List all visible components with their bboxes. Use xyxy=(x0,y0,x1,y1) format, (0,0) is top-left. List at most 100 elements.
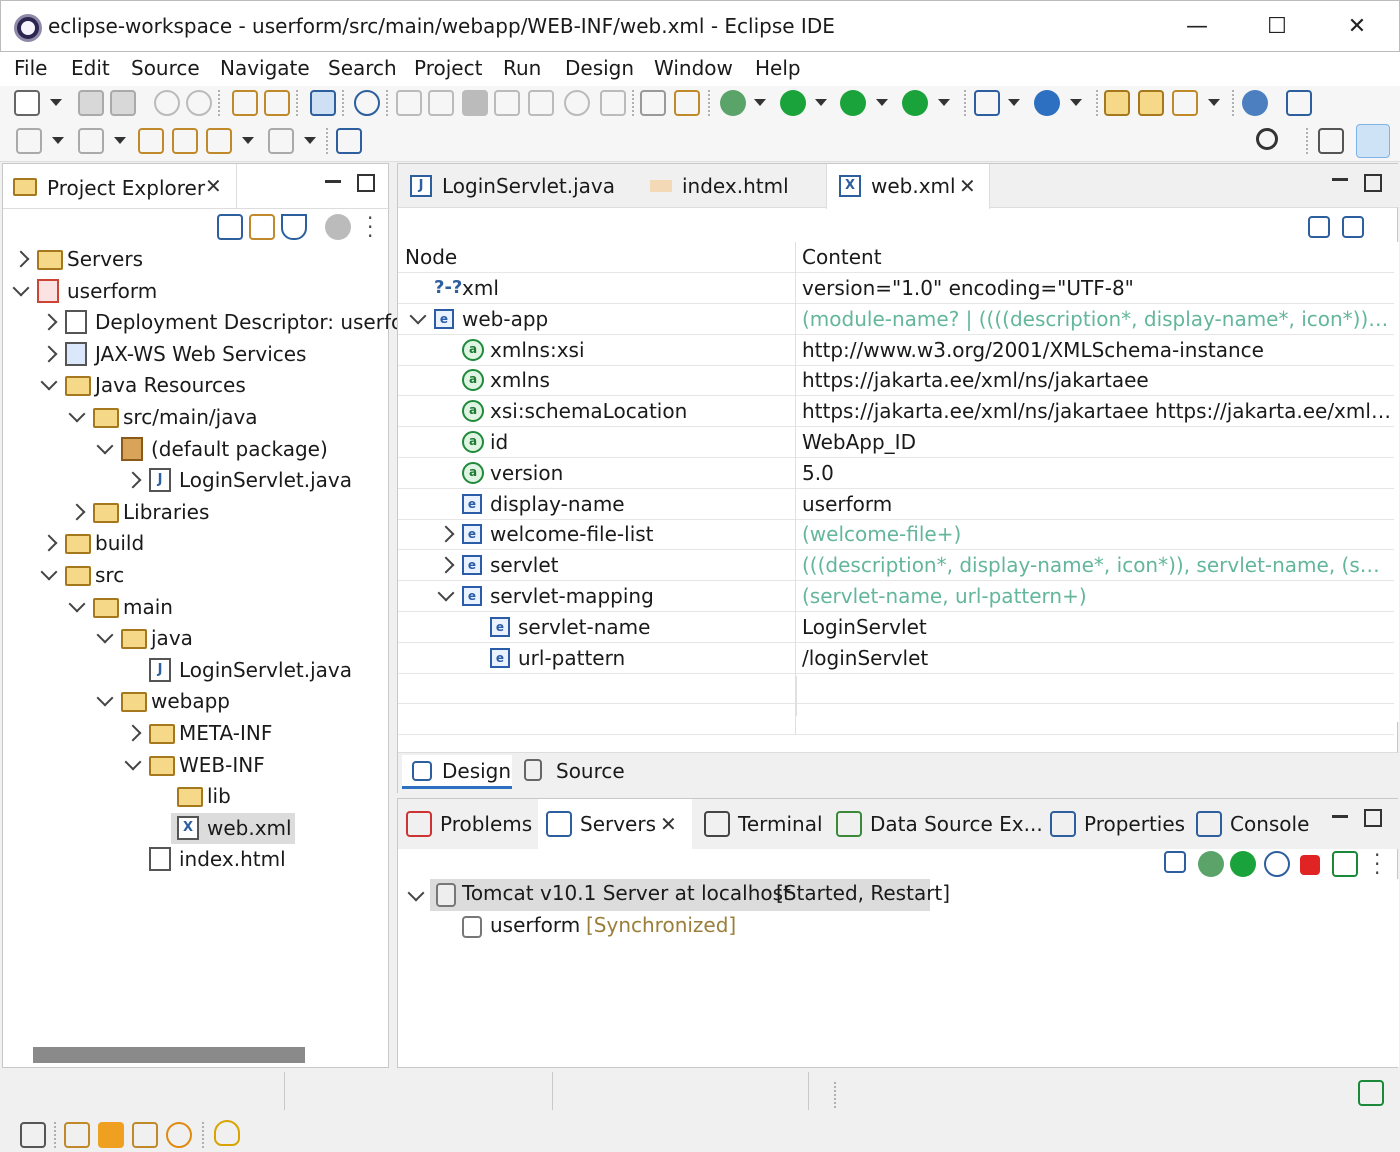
grid-row[interactable]: e url-pattern/loginServlet xyxy=(398,642,1394,674)
new-icon[interactable] xyxy=(14,90,40,116)
tree-item[interactable]: J LoginServlet.java xyxy=(3,655,388,686)
chevron-right-icon[interactable] xyxy=(40,534,58,552)
close-button[interactable]: ✕ xyxy=(1327,7,1387,47)
suspend-icon[interactable] xyxy=(428,90,454,116)
step-into-icon[interactable] xyxy=(528,90,554,116)
minimize-view-icon[interactable] xyxy=(1332,178,1348,181)
web-browser-icon[interactable] xyxy=(1286,90,1312,116)
grid-row[interactable]: e servlet-mapping (servlet-name, url-patte… xyxy=(398,581,1394,612)
horizontal-scrollbar[interactable] xyxy=(33,1047,305,1063)
start-server-icon[interactable] xyxy=(1230,851,1256,877)
grid-row[interactable]: a version 5.0 xyxy=(398,457,1394,489)
view-menu-icon[interactable]: · · · xyxy=(1374,845,1380,883)
next-annotation-icon[interactable] xyxy=(16,128,42,154)
jakarta-ee-perspective-icon[interactable] xyxy=(1356,124,1390,158)
content-cell[interactable]: /loginServlet xyxy=(802,643,1392,674)
new-java-project-icon[interactable] xyxy=(974,90,1000,116)
menu-edit[interactable]: Edit xyxy=(71,56,110,80)
content-cell[interactable]: (servlet-name, url-pattern+) xyxy=(802,581,1392,612)
chevron-down-icon[interactable] xyxy=(68,405,86,423)
whats-new-icon[interactable] xyxy=(166,1122,192,1148)
grid-row[interactable]: e welcome-file-list (welcome-file+) xyxy=(398,519,1394,551)
grid-row[interactable]: e servlet-name LoginServlet xyxy=(398,611,1394,643)
tree-item[interactable]: Java Resources xyxy=(3,370,388,401)
folder-open-icon[interactable] xyxy=(1138,90,1164,116)
design-tab[interactable]: Design xyxy=(402,755,512,789)
resume-icon[interactable] xyxy=(396,90,422,116)
chevron-down-icon[interactable] xyxy=(96,689,114,707)
grid-row[interactable]: e display-name userform xyxy=(398,488,1394,520)
run-dropdown-icon[interactable] xyxy=(815,99,827,106)
next-edit-location-icon[interactable] xyxy=(172,128,198,154)
maximize-view-icon[interactable] xyxy=(1364,174,1382,192)
word-wrap-icon[interactable] xyxy=(640,90,666,116)
new-dropdown-icon[interactable] xyxy=(50,99,62,106)
bottom-tab[interactable]: Data Source Ex... xyxy=(828,799,1043,849)
chevron-right-icon[interactable] xyxy=(68,503,86,521)
external-run-dropdown-icon[interactable] xyxy=(938,99,950,106)
external-tools-icon[interactable] xyxy=(310,90,336,116)
grid-row[interactable]: ?-? xml version="1.0" encoding="UTF-8" xyxy=(398,273,1394,304)
source-tab[interactable]: Source xyxy=(516,755,626,789)
tree-item[interactable]: WEB-INF xyxy=(3,750,388,781)
collapse-all-icon[interactable] xyxy=(1164,851,1186,873)
grid-row[interactable]: e servlet (((description*, display-name*, … xyxy=(398,550,1394,582)
content-column-header[interactable]: Content xyxy=(802,242,1392,273)
close-icon[interactable]: ✕ xyxy=(205,174,222,198)
wand-icon[interactable] xyxy=(132,1122,158,1148)
collapse-all-icon[interactable] xyxy=(1342,216,1364,238)
focus-icon[interactable] xyxy=(325,214,351,240)
step-return-icon[interactable] xyxy=(600,90,626,116)
minimize-view-icon[interactable] xyxy=(325,180,341,183)
grid-row[interactable]: a xsi:schemaLocation https://jakarta.ee/xm… xyxy=(398,396,1394,428)
terminate-icon[interactable] xyxy=(462,90,488,116)
link-with-editor-icon[interactable] xyxy=(249,214,275,240)
maximize-button[interactable]: ☐ xyxy=(1247,7,1307,47)
tree-item[interactable]: J LoginServlet.java xyxy=(3,465,388,496)
search-tool-icon[interactable] xyxy=(354,90,380,116)
previous-annotation-dropdown-icon[interactable] xyxy=(114,137,126,144)
pen-dropdown-icon[interactable] xyxy=(1208,99,1220,106)
content-cell[interactable]: https://jakarta.ee/xml/ns/jakartaee xyxy=(802,365,1392,396)
tree-item[interactable]: userform xyxy=(3,276,388,307)
chevron-down-icon[interactable] xyxy=(407,884,425,902)
bottom-tab[interactable]: Console xyxy=(1188,799,1318,849)
minimize-button[interactable]: — xyxy=(1167,7,1227,47)
quick-access-icon[interactable] xyxy=(20,1122,46,1148)
tree-item[interactable]: build xyxy=(3,528,388,559)
open-perspective-icon[interactable] xyxy=(1318,128,1344,154)
tree-item[interactable]: src xyxy=(3,560,388,591)
coverage-dropdown-icon[interactable] xyxy=(876,99,888,106)
tree-item[interactable]: (default package) xyxy=(3,434,388,465)
debug-dropdown-icon[interactable] xyxy=(754,99,766,106)
tree-item[interactable]: JAX-WS Web Services xyxy=(3,339,388,370)
editor-tab[interactable]: J LoginServlet.java xyxy=(398,164,634,208)
search-icon[interactable] xyxy=(1256,128,1278,150)
menu-file[interactable]: File xyxy=(14,56,47,80)
next-annotation-dropdown-icon[interactable] xyxy=(52,137,64,144)
tree-item[interactable]: webapp xyxy=(3,686,388,717)
server-row[interactable]: Tomcat v10.1 Server at localhost [Starte… xyxy=(430,879,950,911)
show-whitespace-icon[interactable] xyxy=(674,90,700,116)
maximize-view-icon[interactable] xyxy=(1364,809,1382,827)
module-row[interactable]: userform [Synchronized] xyxy=(458,911,858,943)
chevron-down-icon[interactable] xyxy=(40,563,58,581)
redo-icon[interactable] xyxy=(186,90,212,116)
content-cell[interactable]: (((description*, display-name*, icon*)),… xyxy=(802,550,1392,581)
editor-tab[interactable]: Xweb.xml ✕ xyxy=(826,164,990,209)
content-cell[interactable]: https://jakarta.ee/xml/ns/jakartaee http… xyxy=(802,396,1392,427)
content-cell[interactable]: (welcome-file+) xyxy=(802,519,1392,550)
profile-server-icon[interactable] xyxy=(1264,851,1290,877)
open-type-icon[interactable] xyxy=(232,90,258,116)
chevron-right-icon[interactable] xyxy=(124,471,142,489)
tree-item[interactable]: Libraries xyxy=(3,497,388,528)
bottom-tab[interactable]: Terminal xyxy=(696,799,824,849)
content-cell[interactable]: version="1.0" encoding="UTF-8" xyxy=(802,273,1392,304)
menu-run[interactable]: Run xyxy=(503,56,541,80)
back-icon[interactable] xyxy=(206,128,232,154)
external-run-icon[interactable] xyxy=(902,90,928,116)
tree-item[interactable]: main xyxy=(3,592,388,623)
content-cell[interactable]: userform xyxy=(802,489,1392,520)
tutorial-icon[interactable] xyxy=(98,1122,124,1148)
chevron-down-icon[interactable] xyxy=(12,279,30,297)
